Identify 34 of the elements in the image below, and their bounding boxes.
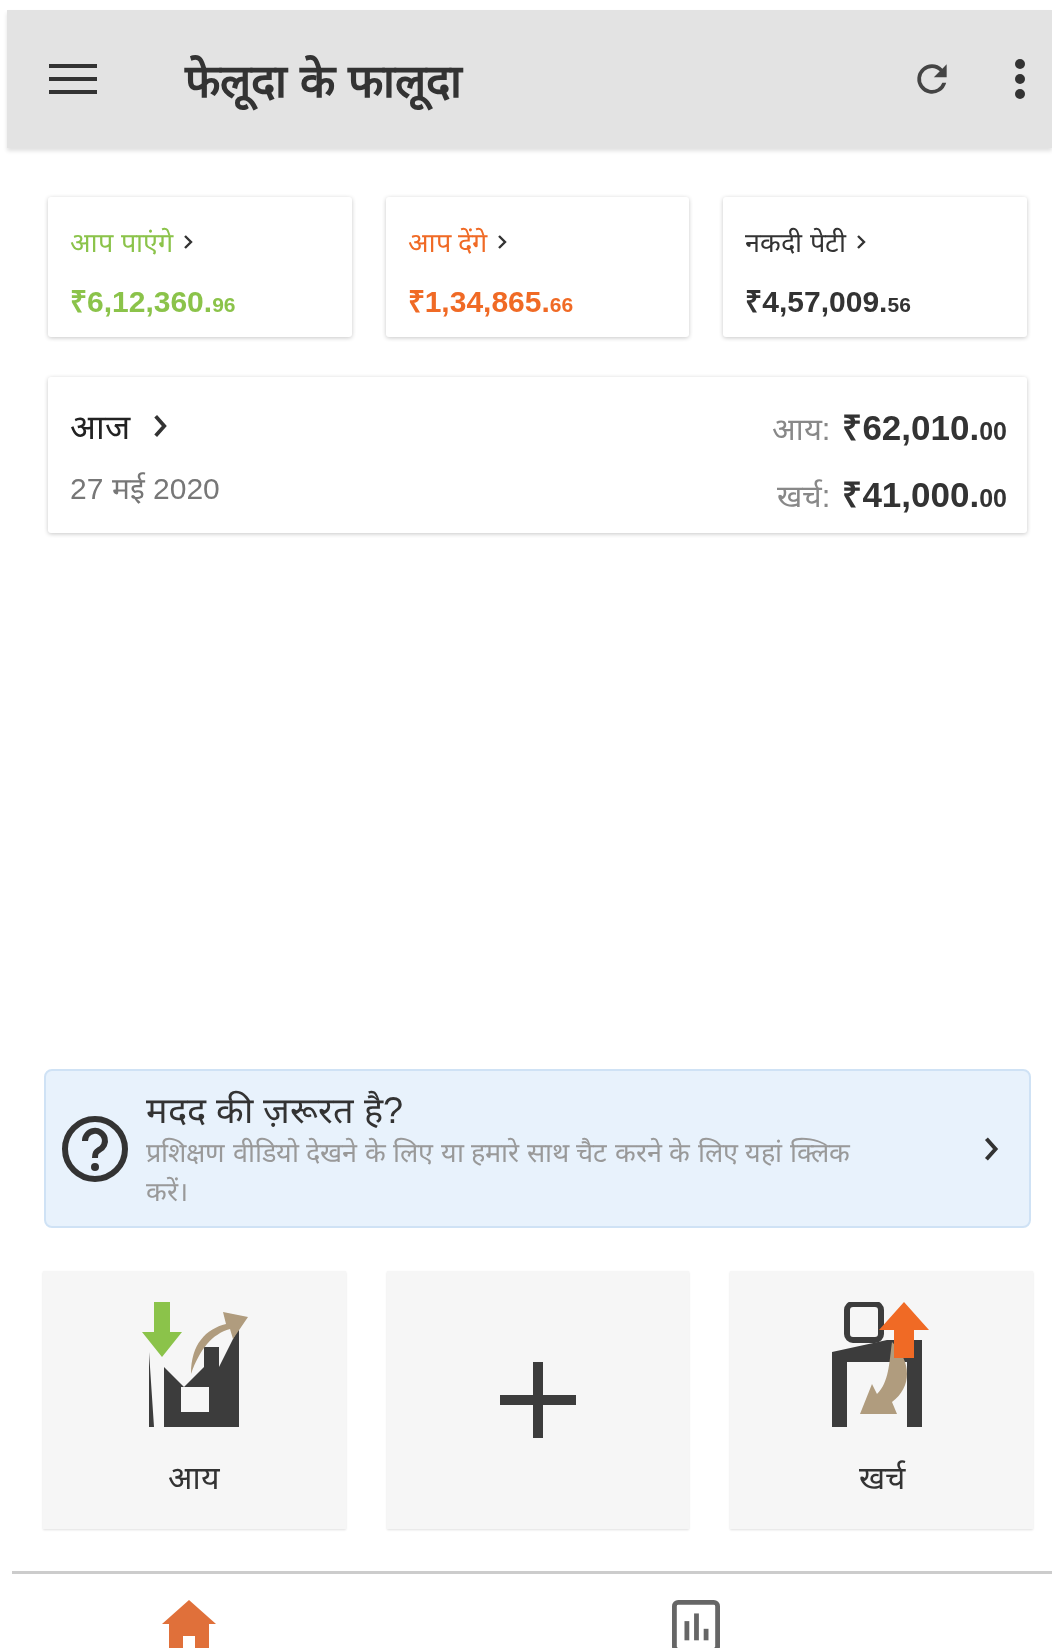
total-label: खर्च: bbox=[776, 478, 831, 516]
chart-icon[interactable] bbox=[672, 1600, 720, 1648]
home-icon[interactable] bbox=[162, 1600, 216, 1648]
help-banner[interactable]: मदद की ज़रूरत है? प्रशिक्षण वीडियो देखने के लिए या हमारे साथ चैट करने के लिए यहां क्लिक करें। bbox=[44, 1069, 1031, 1228]
today-title: आज bbox=[70, 407, 130, 448]
more-icon[interactable] bbox=[1014, 59, 1026, 99]
chevron-icon bbox=[497, 233, 508, 250]
card-label: आप देंगे bbox=[407, 226, 488, 260]
app-title: फेलूदा के फालूदा bbox=[185, 48, 910, 110]
chevron-icon bbox=[855, 233, 866, 250]
card-amount: ₹6,12,360.96 bbox=[70, 284, 237, 320]
tile-button[interactable]: खर्च bbox=[730, 1271, 1033, 1529]
income-icon bbox=[139, 1302, 250, 1427]
total-amount: ₹62,010.00 bbox=[842, 407, 1007, 449]
today-date: 27 मई 2020 bbox=[70, 471, 220, 507]
card-amount: ₹1,34,865.66 bbox=[407, 284, 575, 320]
card-label: आप पाएंगे bbox=[70, 226, 173, 260]
help-text: प्रशिक्षण वीडियो देखने के लिए या हमारे साथ चैट करने के लिए यहां क्लिक करें। bbox=[146, 1136, 851, 1209]
today-card[interactable]: आज 27 मई 2020 आय: ₹62,010.00 खर्च: ₹41,000.00 bbox=[48, 377, 1027, 533]
card-amount: ₹4,57,009.56 bbox=[745, 284, 912, 320]
card-label: नकदी पेटी bbox=[745, 226, 846, 260]
chevron-icon bbox=[182, 233, 193, 250]
menu-icon[interactable] bbox=[49, 62, 97, 96]
tile-label: खर्च bbox=[858, 1459, 905, 1498]
help-icon bbox=[60, 1113, 130, 1184]
total-amount: ₹41,000.00 bbox=[842, 474, 1007, 516]
tile-button[interactable]: आय bbox=[43, 1271, 346, 1529]
summary-card[interactable]: नकदी पेटी ₹4,57,009.56 bbox=[723, 197, 1027, 337]
help-title: मदद की ज़रूरत है? bbox=[146, 1088, 405, 1133]
plus-icon bbox=[500, 1362, 576, 1438]
chevron-icon bbox=[152, 413, 168, 439]
total-label: आय: bbox=[771, 411, 831, 449]
tile-label: आय bbox=[168, 1459, 221, 1498]
expense-icon bbox=[831, 1302, 932, 1427]
